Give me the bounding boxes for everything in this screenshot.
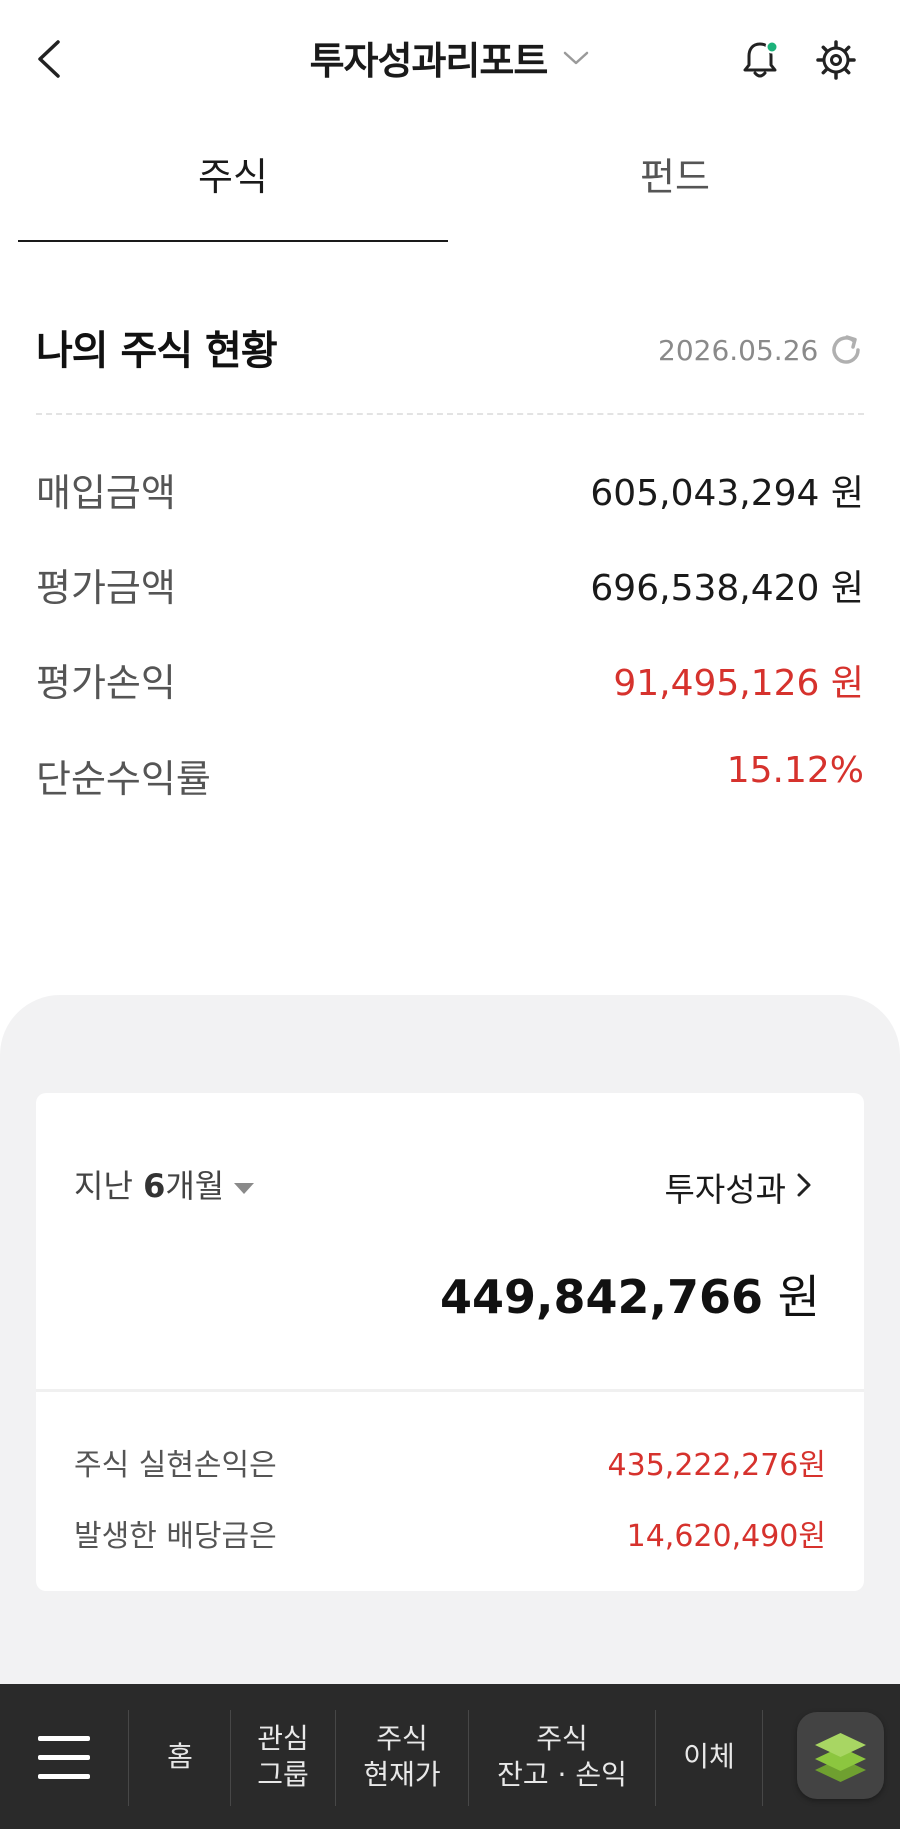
return-rate-value: 15.12% [726,750,864,791]
divider [36,413,864,415]
nav-item-stock-price-line2: 현재가 [363,1757,441,1791]
chevron-down-icon [564,51,589,64]
nav-divider [762,1710,763,1806]
nav-item-stock-balance-line2: 잔고 · 손익 [497,1757,627,1791]
summary-title: 나의 주식 현황 [36,328,278,374]
evaluation-amount-row: 평가금액 696,538,420 원 [36,557,864,617]
gear-icon [816,40,856,80]
total-performance-unit: 원 [763,1270,820,1324]
period-suffix: 개월 [165,1167,225,1205]
summary-date: 2026.05.26 [658,334,819,367]
tab-bar: 주식 펀드 [0,118,900,242]
nav-item-home-label: 홈 [167,1739,193,1773]
realized-profit-label: 주식 실현손익은 [74,1448,277,1483]
period-selector[interactable]: 지난 6개월 [74,1161,255,1207]
evaluation-amount-value: 696,538,420 원 [590,568,864,609]
nav-item-transfer-label: 이체 [683,1739,735,1773]
total-performance-value: 449,842,766 원 [440,1261,820,1327]
purchase-amount-value: 605,043,294 원 [590,473,864,514]
evaluation-amount-label: 평가금액 [36,566,176,610]
notification-dot [765,40,779,54]
nav-divider [128,1710,129,1806]
nav-item-watch-group[interactable]: 관심 그룹 [231,1684,335,1829]
nav-item-stock-price-line1: 주식 [376,1721,428,1755]
nav-item-home[interactable]: 홈 [130,1684,230,1829]
evaluation-profit-row: 평가손익 91,495,126 원 [36,652,864,712]
caret-down-icon [234,1182,255,1194]
card-divider [36,1389,864,1392]
layers-icon [815,1733,866,1782]
evaluation-profit-label: 평가손익 [36,661,176,705]
layers-button[interactable] [797,1712,884,1799]
bell-icon [743,40,779,78]
notification-button[interactable] [740,38,780,80]
settings-button[interactable] [814,38,858,82]
nav-item-stock-balance[interactable]: 주식 잔고 · 손익 [469,1684,655,1829]
hamburger-icon [38,1736,90,1779]
header: 투자성과리포트 [0,0,900,118]
evaluation-profit-value: 91,495,126 원 [613,663,864,704]
bottom-nav: 홈 관심 그룹 주식 현재가 주식 잔고 · 손익 이체 [0,1684,900,1829]
refresh-button[interactable] [826,330,866,370]
period-prefix: 지난 [74,1167,144,1205]
chevron-right-icon [797,1173,811,1197]
realized-profit-row: 주식 실현손익은 435,222,276원 [74,1440,826,1484]
period-number: 6 [143,1167,166,1205]
dividend-value: 14,620,490원 [626,1519,826,1554]
refresh-icon [832,335,860,364]
purchase-amount-row: 매입금액 605,043,294 원 [36,462,864,522]
nav-item-watch-group-line2: 그룹 [257,1757,309,1791]
return-rate-row: 단순수익률 15.12% [36,748,864,808]
menu-button[interactable] [38,1736,90,1780]
nav-item-stock-price[interactable]: 주식 현재가 [336,1684,468,1829]
nav-item-transfer[interactable]: 이체 [656,1684,762,1829]
tab-fund[interactable]: 펀드 [460,118,890,242]
nav-item-stock-balance-line1: 주식 [536,1721,588,1755]
return-rate-label: 단순수익률 [36,757,211,801]
realized-profit-value: 435,222,276원 [607,1448,826,1483]
page-title: 투자성과리포트 [309,39,549,83]
tab-stock[interactable]: 주식 [18,118,448,242]
purchase-amount-label: 매입금액 [36,471,176,515]
performance-link-label: 투자성과 [664,1170,786,1209]
performance-card: 지난 6개월 투자성과 449,842,766 원 주식 실현손익은 435,2… [36,1093,864,1591]
dividend-label: 발생한 배당금은 [74,1519,277,1554]
dividend-row: 발생한 배당금은 14,620,490원 [74,1511,826,1555]
nav-item-watch-group-line1: 관심 [257,1721,309,1755]
total-performance-amount: 449,842,766 [440,1270,764,1324]
